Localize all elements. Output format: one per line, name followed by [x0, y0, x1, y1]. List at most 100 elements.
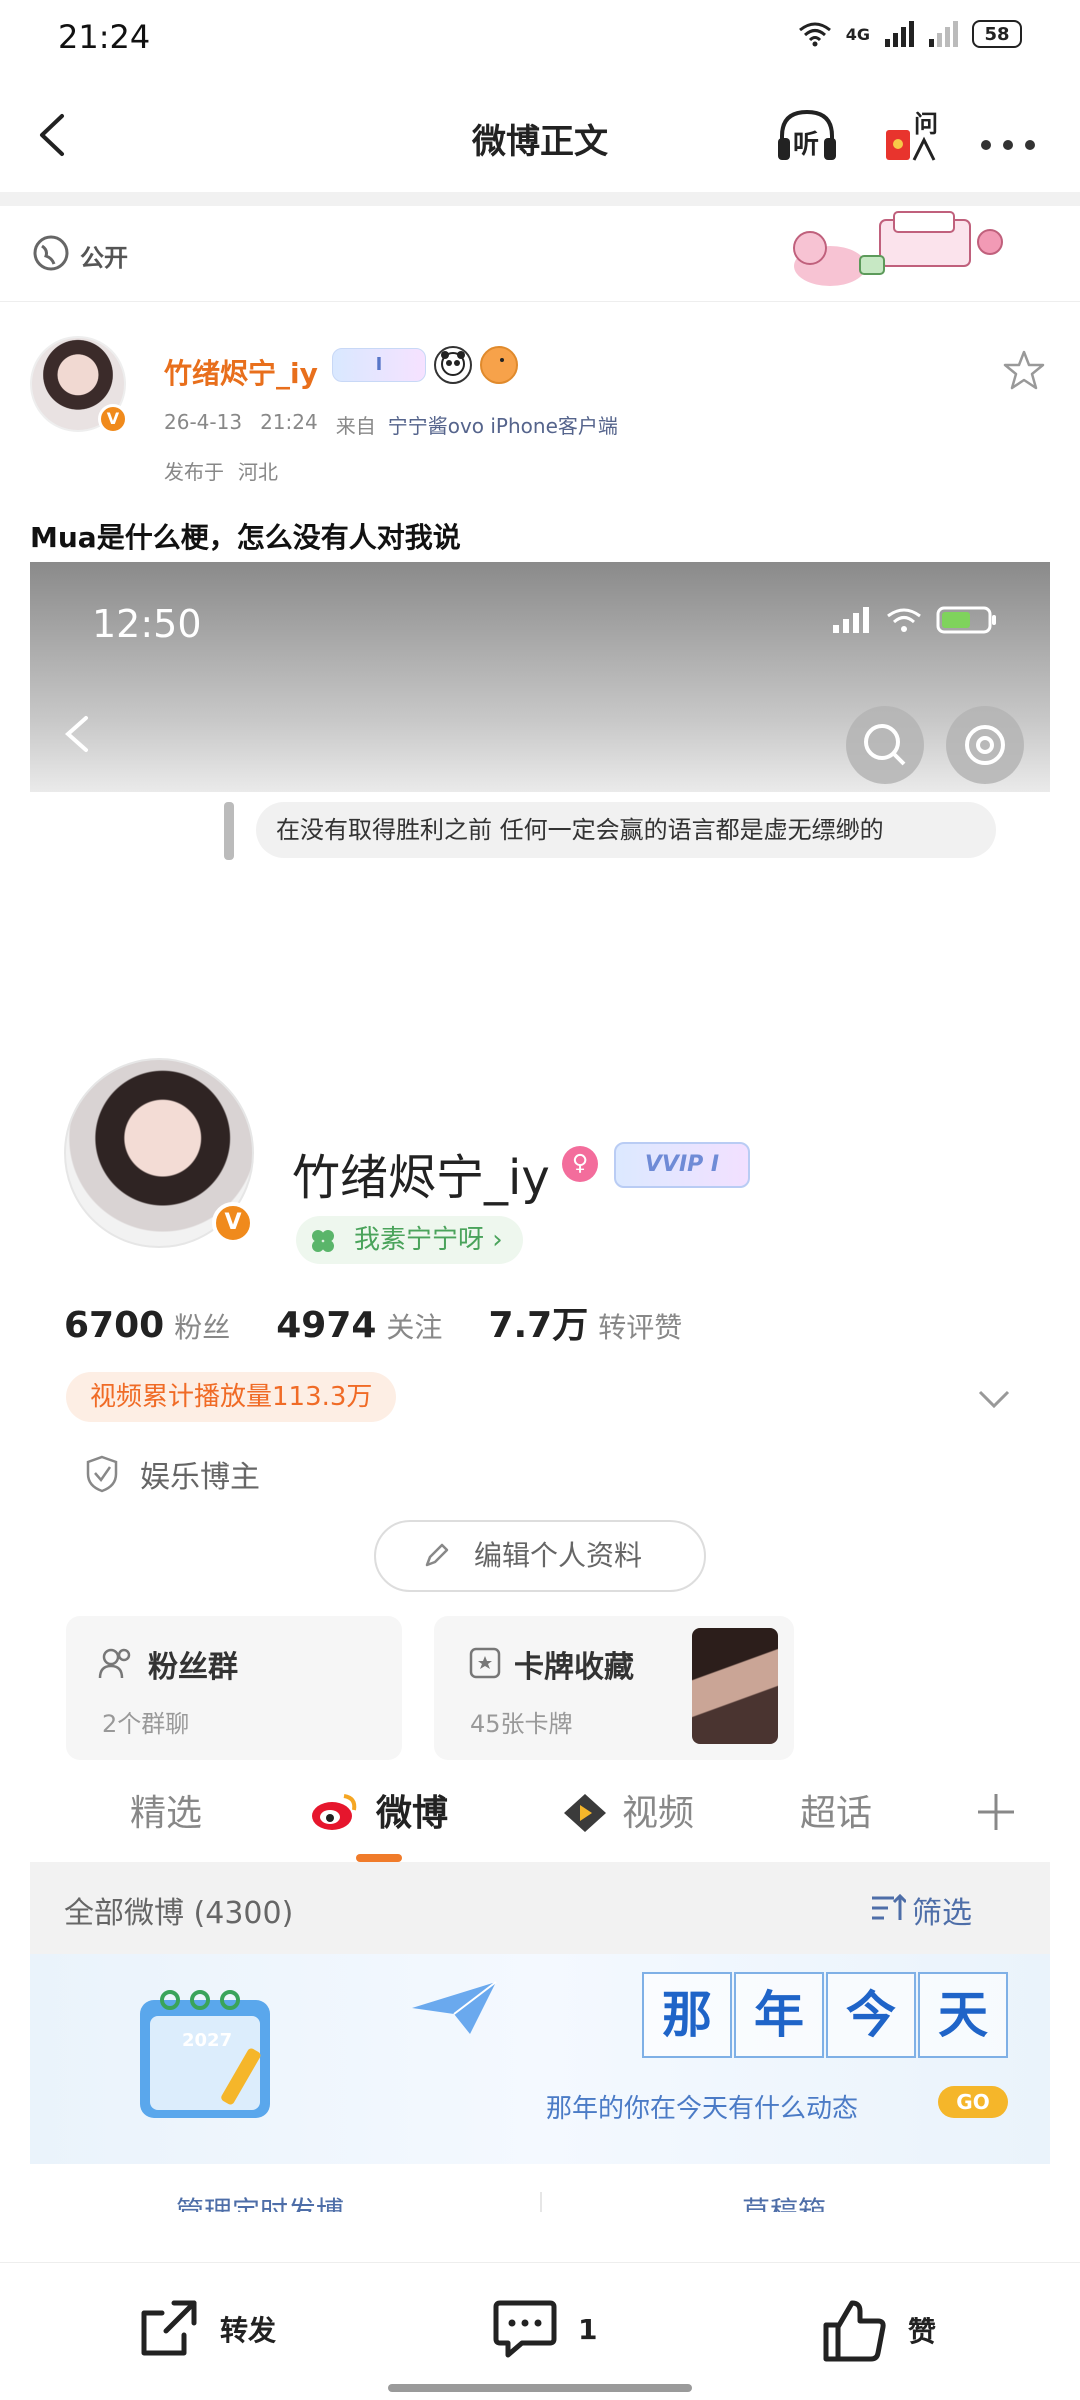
- post-image[interactable]: 12:50 在没有取得胜利之前 任何一定会赢的语言都是虚无缥缈的 V 竹绪烬宁_…: [30, 562, 1050, 2212]
- listen-label: 听: [793, 130, 820, 160]
- fan-group-card: 粉丝群 2个群聊: [66, 1616, 402, 1760]
- battery-indicator: 58: [972, 20, 1022, 48]
- plus-icon: [978, 1794, 1014, 1830]
- author-badges: I: [332, 346, 518, 384]
- from-prefix: 来自: [335, 414, 376, 438]
- favorite-star-icon[interactable]: [1002, 348, 1046, 392]
- all-posts-count: 全部微博 (4300): [64, 1896, 294, 1931]
- status-time: 21:24: [58, 18, 151, 56]
- tab-featured: 精选: [130, 1793, 203, 1834]
- globe-icon: [33, 235, 69, 271]
- post-time: 21:24: [260, 410, 318, 434]
- bottom-action-bar: 转发 1 赞: [0, 2262, 1080, 2400]
- calendar-year: 2027: [182, 2030, 232, 2051]
- quote-bar: [224, 802, 234, 860]
- ask-button[interactable]: 问: [884, 104, 944, 166]
- vvip-badge: VVIP I: [614, 1142, 750, 1188]
- panda-badge-icon[interactable]: [434, 346, 472, 384]
- more-menu-button[interactable]: [980, 128, 1036, 151]
- status-bar: 21:24 4G 58: [0, 0, 1080, 80]
- stat-num: 7.7万: [488, 1305, 589, 1346]
- comment-button[interactable]: 1: [492, 2297, 597, 2361]
- share-icon: [141, 2300, 197, 2356]
- list-header: 全部微博 (4300) 筛选: [30, 1862, 1050, 1954]
- banner-go-badge: GO: [938, 2086, 1008, 2118]
- video-plays-badge: 视频累计播放量113.3万: [66, 1372, 397, 1422]
- comment-count: 1: [578, 2312, 598, 2346]
- card-photo: [692, 1628, 778, 1744]
- stat-num: 6700: [64, 1305, 165, 1346]
- listen-button[interactable]: 听: [774, 106, 840, 166]
- comment-icon: [493, 2300, 557, 2358]
- panda-icon: [441, 351, 465, 376]
- signal-2-icon: [929, 21, 958, 47]
- stat-num: 4974: [276, 1305, 377, 1346]
- post-meta: 26-4-13 21:24 来自 宁宁酱ovo iPhone客户端: [164, 410, 618, 439]
- stat-fans: 6700 粉丝: [64, 1305, 230, 1346]
- ask-label: 问: [914, 110, 938, 138]
- memory-banner: 2027 那 年 今 天 那年的你在今天有什么动态 GO: [30, 1954, 1050, 2164]
- status-icons: 4G 58: [798, 20, 1022, 48]
- card-sub: 2个群聊: [102, 1710, 190, 1738]
- visibility-label: 公开: [80, 244, 128, 272]
- post-tools-row: 管理定时发博 草稿箱: [30, 2174, 1050, 2212]
- fish-badge-icon[interactable]: [480, 346, 518, 384]
- scheduled-posts-link: 管理定时发博: [176, 2195, 345, 2212]
- weibo-logo-icon: [312, 1794, 357, 1830]
- profile-signature: 在没有取得胜利之前 任何一定会赢的语言都是虚无缥缈的: [256, 802, 996, 858]
- post-source[interactable]: 宁宁酱ovo iPhone客户端: [388, 410, 618, 439]
- filter-label: 筛选: [912, 1896, 972, 1931]
- stat-label: 粉丝: [174, 1311, 231, 1344]
- home-indicator[interactable]: [388, 2384, 692, 2392]
- video-logo-icon: [564, 1794, 606, 1832]
- section-divider: [0, 192, 1080, 206]
- banner-title: 那 年 今 天: [642, 1972, 1010, 2058]
- network-label: 4G: [845, 24, 870, 44]
- image-gear-icon: [946, 706, 1024, 784]
- post-location: 发布于 河北: [164, 456, 278, 485]
- card-title: 卡牌收藏: [514, 1650, 634, 1685]
- drafts-link: 草稿箱: [742, 2195, 827, 2212]
- like-button[interactable]: 赞: [822, 2297, 936, 2363]
- tools-divider: [540, 2192, 542, 2212]
- filter-icon: [872, 1893, 906, 1920]
- like-label: 赞: [908, 2315, 937, 2348]
- stat-interactions: 7.7万 转评赞: [488, 1296, 682, 1348]
- verified-badge: V: [98, 404, 128, 434]
- thumbs-up-icon: [823, 2300, 886, 2362]
- top-nav: 微博正文 听 问: [0, 80, 1080, 190]
- repost-label: 转发: [220, 2314, 277, 2347]
- post-text: Mua是什么梗，怎么没有人对我说: [30, 521, 461, 554]
- pencil-icon: [425, 1543, 449, 1567]
- tab-video: 视频: [622, 1793, 695, 1834]
- location-prefix: 发布于: [164, 460, 224, 484]
- profile-category: 娱乐博主: [140, 1460, 260, 1495]
- tab-active-indicator: [356, 1854, 402, 1862]
- banner-char: 今: [826, 1972, 916, 2058]
- wifi-icon: [798, 22, 831, 47]
- image-battery-icon: [936, 606, 996, 634]
- person-icon: [912, 136, 936, 161]
- clover-icon: [312, 1230, 334, 1252]
- image-wifi-icon: [887, 608, 921, 632]
- card-icon: [469, 1647, 501, 1679]
- image-search-icon: [846, 706, 924, 784]
- image-signal-icon: [833, 607, 869, 633]
- pufferfish-icon: [488, 353, 508, 373]
- card-title: 粉丝群: [148, 1650, 238, 1685]
- image-back-icon: [64, 716, 88, 752]
- stat-label: 关注: [386, 1311, 443, 1344]
- banner-subtitle: 那年的你在今天有什么动态: [546, 2094, 859, 2124]
- calendar-icon: 2027: [140, 1990, 270, 2118]
- repost-button[interactable]: 转发: [136, 2297, 276, 2361]
- profile-stats: 6700 粉丝 4974 关注 7.7万 转评赞: [64, 1296, 682, 1348]
- paper-plane-icon: [412, 1981, 497, 2034]
- group-icon: [98, 1648, 131, 1679]
- profile-verified-badge: V: [212, 1202, 254, 1244]
- tab-supertopic: 超话: [800, 1793, 873, 1834]
- author-name[interactable]: 竹绪烬宁_iy: [164, 352, 318, 392]
- banner-char: 那: [642, 1972, 732, 2058]
- banner-char: 年: [734, 1972, 824, 2058]
- card-sub: 45张卡牌: [470, 1710, 573, 1738]
- member-badge[interactable]: I: [332, 348, 426, 382]
